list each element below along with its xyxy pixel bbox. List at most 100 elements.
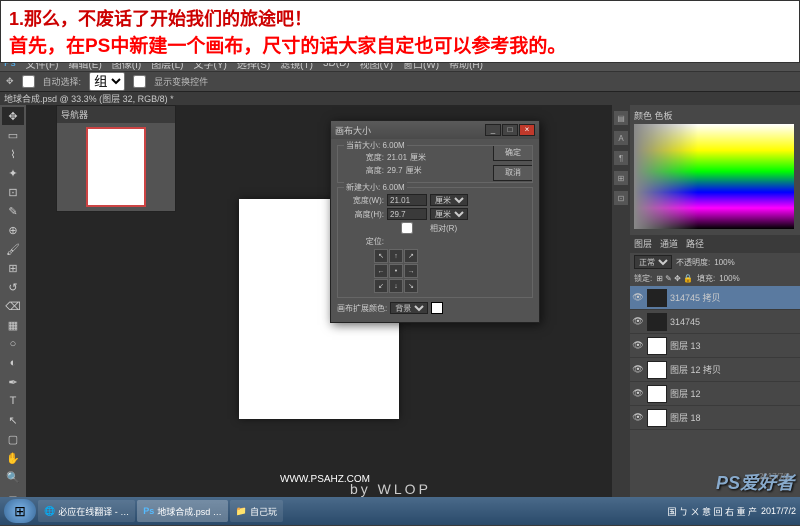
heal-tool[interactable]: ⊕	[2, 221, 24, 239]
dialog-max-button[interactable]: □	[502, 124, 518, 136]
history-brush-tool[interactable]: ↺	[2, 278, 24, 296]
extension-color-dropdown[interactable]: 背景	[390, 302, 428, 314]
layer-row[interactable]: 👁 图层 13	[630, 334, 800, 358]
panel-icon[interactable]: ¶	[614, 151, 628, 165]
panel-icon[interactable]: A	[614, 131, 628, 145]
layer-name: 314745	[670, 317, 700, 327]
relative-label: 相对(R)	[430, 223, 457, 234]
layer-name: 图层 18	[670, 411, 701, 424]
navigator-thumbnail[interactable]	[86, 127, 146, 207]
clock[interactable]: 2017/7/2	[761, 506, 796, 516]
color-tab[interactable]: 颜色	[634, 111, 652, 121]
new-size-label: 新建大小: 6.00M	[344, 182, 407, 193]
document-tab-bar: 地球合成.psd @ 33.3% (图层 32, RGB/8) *	[0, 92, 800, 105]
system-tray[interactable]: 国 ㄅ ㄨ 意 回 右 重 产 2017/7/2	[667, 505, 796, 518]
lasso-tool[interactable]: ⌇	[2, 145, 24, 163]
tray-icons[interactable]: 国 ㄅ ㄨ 意 回 右 重 产	[667, 505, 757, 518]
move-tool-icon: ✥	[6, 76, 14, 87]
color-picker[interactable]	[634, 124, 794, 229]
dialog-min-button[interactable]: _	[485, 124, 501, 136]
new-width-label: 宽度(W):	[344, 195, 384, 206]
layer-row[interactable]: 👁314745 拷贝	[630, 286, 800, 310]
layer-thumbnail[interactable]	[647, 337, 667, 355]
tutorial-line2: 首先，在PS中新建一个画布，尺寸的话大家自定也可以参考我的。	[9, 31, 791, 58]
tutorial-line1: 1.那么，不废话了开始我们的旅途吧！	[9, 5, 791, 31]
visibility-icon[interactable]: 👁	[632, 364, 644, 376]
path-tool[interactable]: ↖	[2, 411, 24, 429]
layer-thumbnail[interactable]	[647, 313, 667, 331]
visibility-icon[interactable]: 👁	[632, 388, 644, 400]
fill-value[interactable]: 100%	[719, 274, 739, 283]
eraser-tool[interactable]: ⌫	[2, 297, 24, 315]
task-item[interactable]: 📁自己玩	[230, 500, 283, 522]
layer-thumbnail[interactable]	[647, 385, 667, 403]
hand-tool[interactable]: ✋	[2, 449, 24, 467]
panel-icon[interactable]: ▤	[614, 111, 628, 125]
swatches-tab[interactable]: 色板	[655, 111, 673, 121]
blend-mode-dropdown[interactable]: 正常	[634, 255, 672, 269]
windows-taskbar: ⊞ 🌐必应在线翻译 - … Ps地球合成.psd … 📁自己玩 国 ㄅ ㄨ 意 …	[0, 497, 800, 525]
layer-name: 图层 12 拷贝	[670, 363, 721, 376]
relative-checkbox[interactable]	[387, 222, 427, 234]
paths-tab[interactable]: 路径	[686, 237, 704, 251]
task-item[interactable]: Ps地球合成.psd …	[137, 500, 228, 522]
height-unit-dropdown[interactable]: 厘米	[430, 208, 468, 220]
layer-row[interactable]: 👁 314745	[630, 310, 800, 334]
visibility-icon[interactable]: 👁	[632, 340, 644, 352]
layer-row[interactable]: 👁 图层 12 拷贝	[630, 358, 800, 382]
start-button[interactable]: ⊞	[4, 499, 36, 523]
dialog-titlebar[interactable]: 画布大小 _ □ ×	[331, 121, 539, 139]
dialog-title: 画布大小	[335, 124, 371, 137]
new-height-label: 高度(H):	[344, 209, 384, 220]
dialog-close-button[interactable]: ×	[519, 124, 535, 136]
layer-thumbnail[interactable]	[647, 409, 667, 427]
cur-height-label: 高度:	[344, 165, 384, 176]
panel-icon[interactable]: ⊡	[614, 191, 628, 205]
gradient-tool[interactable]: ▦	[2, 316, 24, 334]
current-size-label: 当前大小: 6.00M	[344, 140, 407, 151]
brush-tool[interactable]: 🖌	[2, 240, 24, 258]
watermark-url: WWW.PSAHZ.COM	[280, 474, 370, 485]
layer-thumbnail[interactable]	[647, 361, 667, 379]
width-unit-dropdown[interactable]: 厘米	[430, 194, 468, 206]
shape-tool[interactable]: ▢	[2, 430, 24, 448]
lock-icons[interactable]: ⊞ ✎ ✥ 🔒	[656, 274, 693, 283]
tutorial-overlay: 1.那么，不废话了开始我们的旅途吧！ 首先，在PS中新建一个画布，尺寸的话大家自…	[0, 0, 800, 63]
layers-tab[interactable]: 图层	[634, 237, 652, 251]
document-tab[interactable]: 地球合成.psd @ 33.3% (图层 32, RGB/8) *	[4, 92, 174, 105]
visibility-icon[interactable]: 👁	[632, 316, 644, 328]
auto-select-checkbox[interactable]	[22, 75, 35, 88]
browser-icon: 🌐	[44, 506, 55, 517]
color-swatch-icon[interactable]	[431, 302, 443, 314]
layer-row[interactable]: 👁图层 12	[630, 382, 800, 406]
panel-icon[interactable]: ⊞	[614, 171, 628, 185]
stamp-tool[interactable]: ⊞	[2, 259, 24, 277]
eyedropper-tool[interactable]: ✎	[2, 202, 24, 220]
move-tool[interactable]: ✥	[2, 107, 24, 125]
blur-tool[interactable]: ○	[2, 335, 24, 353]
navigator-panel[interactable]: 导航器	[56, 105, 176, 212]
visibility-icon[interactable]: 👁	[632, 292, 644, 304]
width-input[interactable]	[387, 194, 427, 206]
layer-thumbnail[interactable]	[647, 289, 667, 307]
channels-tab[interactable]: 通道	[660, 237, 678, 251]
height-input[interactable]	[387, 208, 427, 220]
layer-name: 图层 13	[670, 339, 701, 352]
show-transform-checkbox[interactable]	[133, 75, 146, 88]
type-tool[interactable]: T	[2, 392, 24, 410]
zoom-tool[interactable]: 🔍	[2, 468, 24, 486]
ps-icon: Ps	[143, 506, 154, 516]
auto-select-dropdown[interactable]: 组	[89, 72, 125, 91]
anchor-grid[interactable]: ↖↑↗←•→↙↓↘	[374, 249, 482, 293]
wand-tool[interactable]: ✦	[2, 164, 24, 182]
opacity-value[interactable]: 100%	[714, 258, 734, 267]
toolbox: ✥ ▭ ⌇ ✦ ⊡ ✎ ⊕ 🖌 ⊞ ↺ ⌫ ▦ ○ ◐ ✒ T ↖ ▢ ✋ 🔍 …	[0, 105, 26, 513]
marquee-tool[interactable]: ▭	[2, 126, 24, 144]
pen-tool[interactable]: ✒	[2, 373, 24, 391]
dodge-tool[interactable]: ◐	[2, 354, 24, 372]
task-item[interactable]: 🌐必应在线翻译 - …	[38, 500, 135, 522]
crop-tool[interactable]: ⊡	[2, 183, 24, 201]
visibility-icon[interactable]: 👁	[632, 412, 644, 424]
anchor-label: 定位:	[344, 236, 384, 247]
layer-row[interactable]: 👁 图层 18	[630, 406, 800, 430]
